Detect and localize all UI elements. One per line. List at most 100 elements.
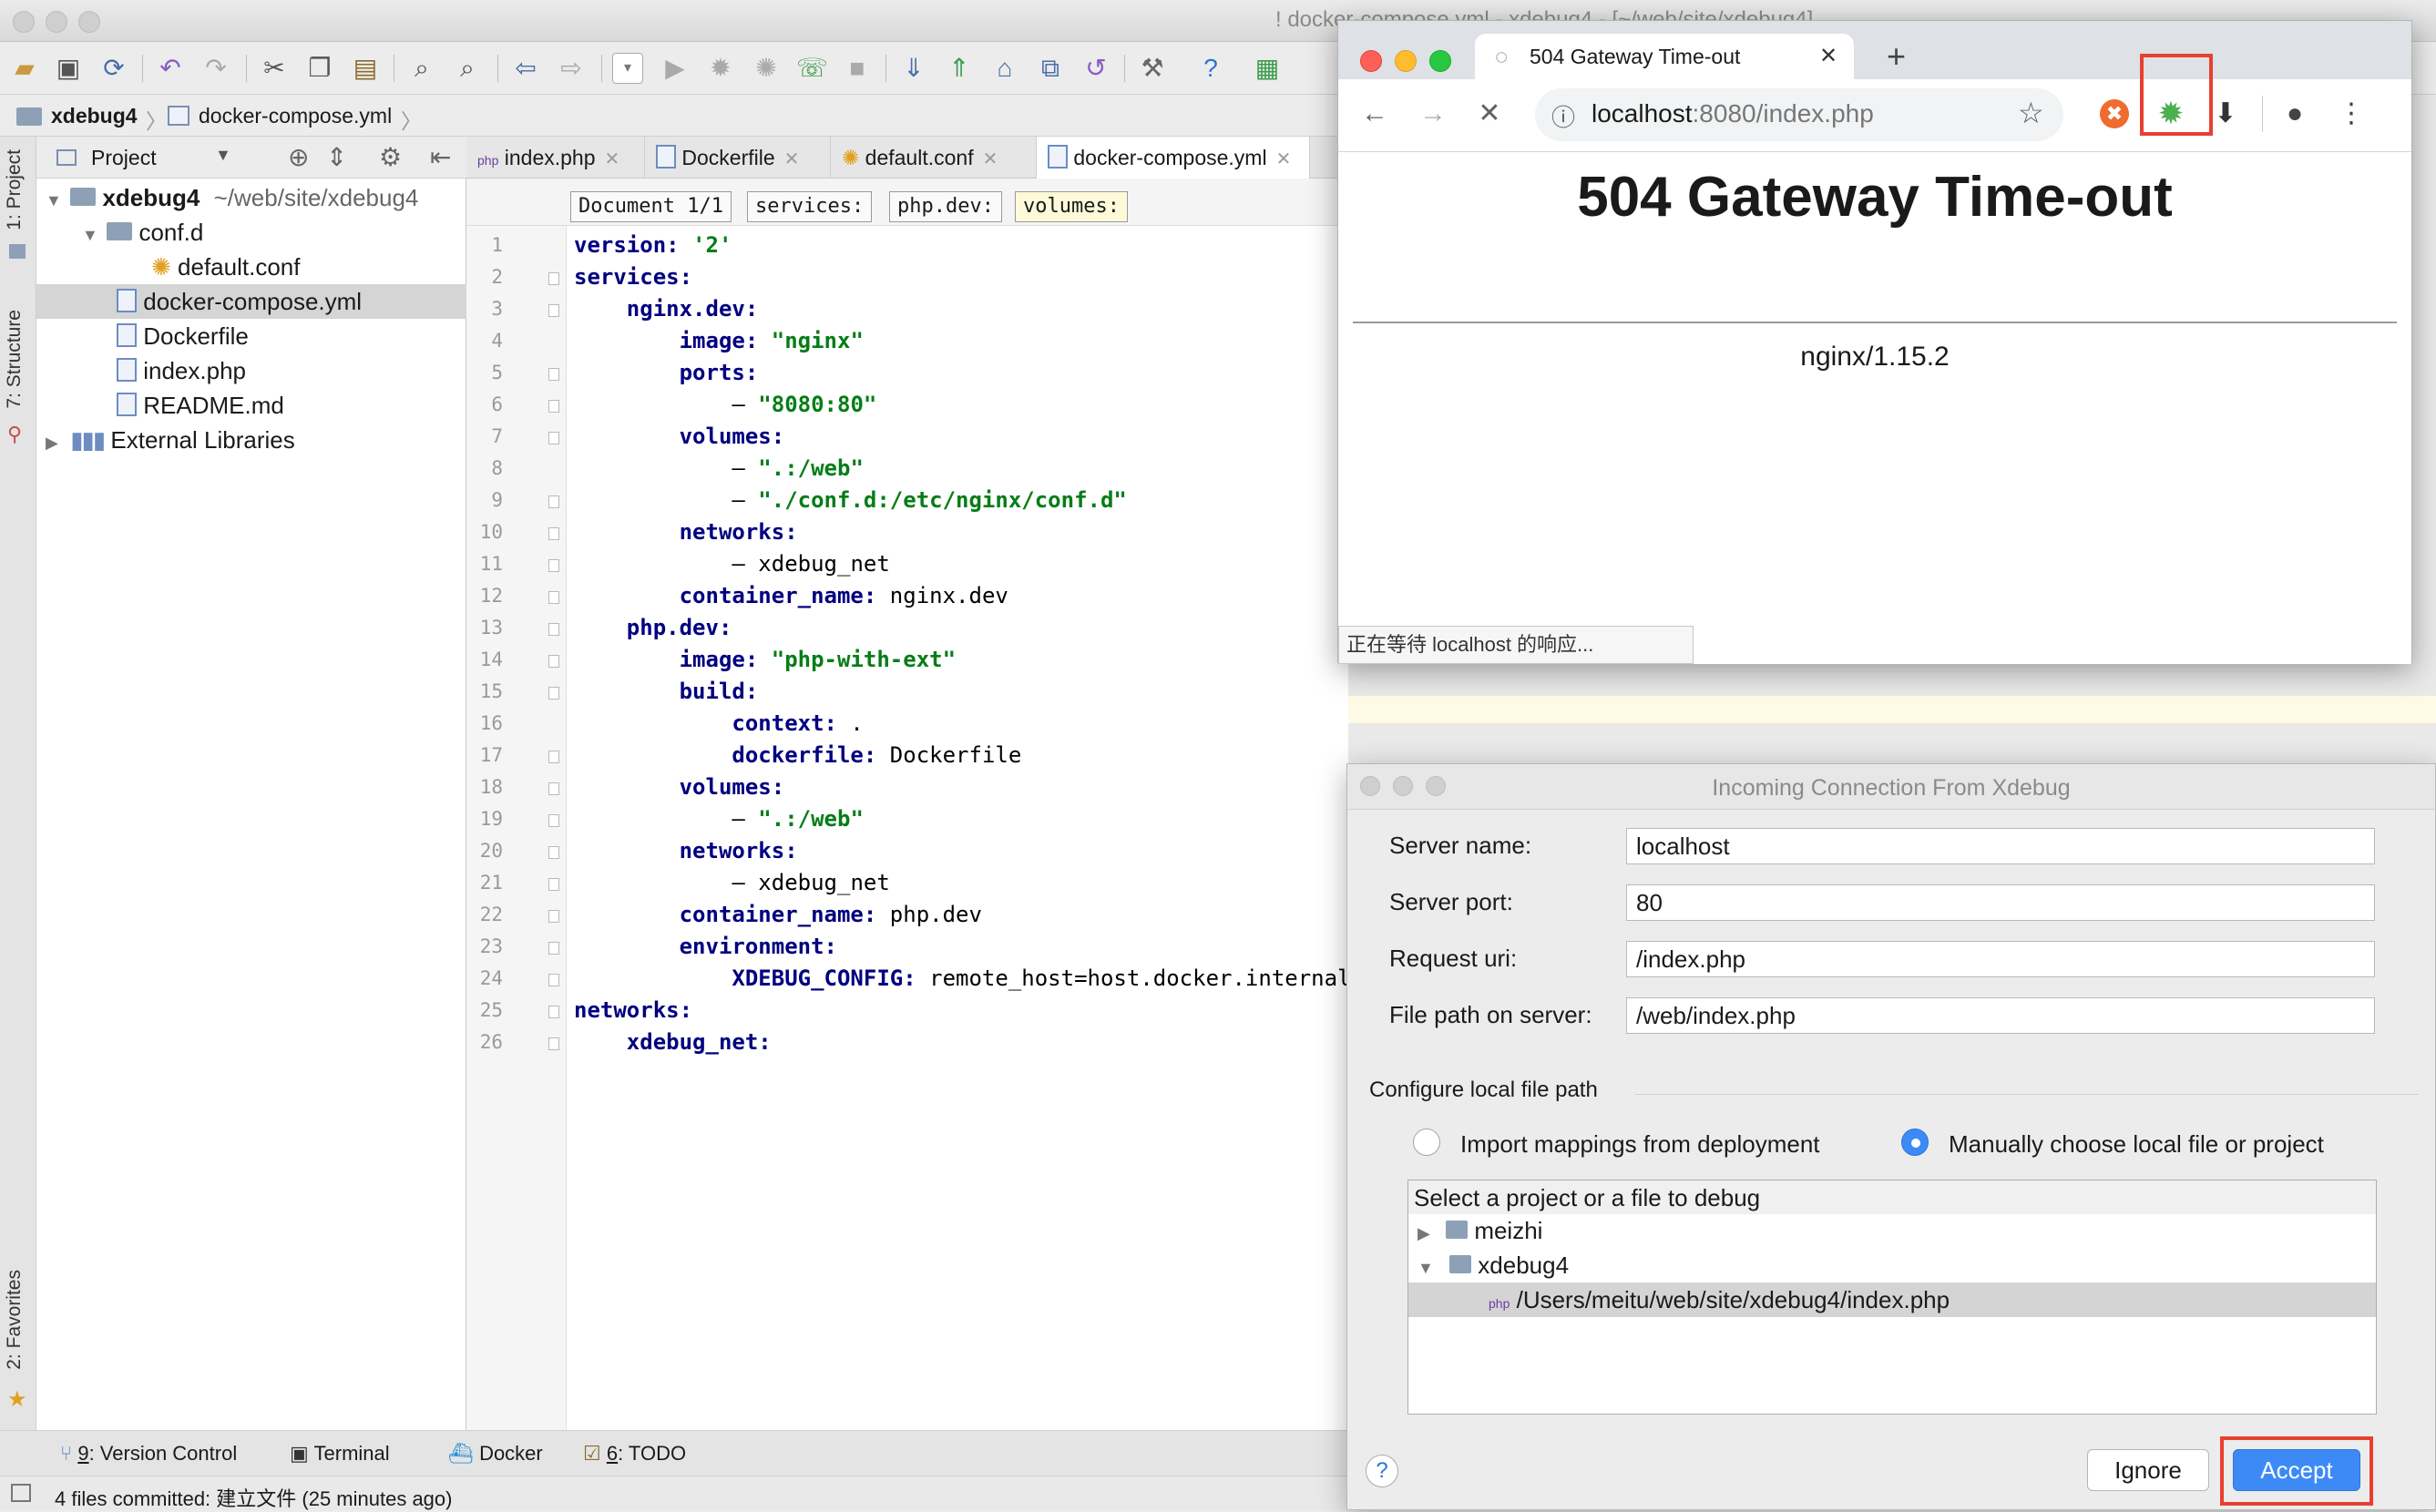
help-button[interactable]: ? <box>1366 1455 1398 1487</box>
settings-icon[interactable]: ⚒ <box>1137 53 1168 84</box>
extension-icon[interactable]: ✖ <box>2100 99 2129 128</box>
fold-marker-icon[interactable] <box>548 1006 559 1018</box>
chevron-right-icon[interactable]: ▶ <box>1418 1224 1430 1242</box>
collapse-all-icon[interactable]: ⇕ <box>326 142 347 172</box>
run-config-dropdown[interactable]: ▾ <box>612 53 643 84</box>
profile-icon[interactable]: ● <box>2277 96 2313 132</box>
code-editor[interactable]: version: '2' services: nginx.dev: image: … <box>567 226 1351 1430</box>
tab-index-php[interactable]: php index.php ✕ <box>466 137 645 179</box>
toggle-tool-windows-icon[interactable] <box>11 1484 31 1502</box>
bookmark-star-icon[interactable]: ☆ <box>2018 96 2044 130</box>
fold-marker-icon[interactable] <box>548 910 559 923</box>
fold-marker-icon[interactable] <box>548 559 559 572</box>
deploy-icon[interactable]: ▦ <box>1252 53 1283 84</box>
tab-dockerfile[interactable]: Dockerfile ✕ <box>645 137 831 179</box>
radio-import-mappings[interactable] <box>1413 1129 1440 1156</box>
tool-todo[interactable]: ☑ 6: TODO <box>583 1442 686 1466</box>
tree-item-conf-d[interactable]: ▼ conf.d <box>36 215 466 250</box>
tool-window-structure[interactable]: 7: Structure <box>4 310 26 409</box>
vcs-history-icon[interactable]: ⌂ <box>989 53 1020 84</box>
vcs-commit-icon[interactable]: ⇑ <box>944 53 975 84</box>
hide-panel-icon[interactable]: ⇤ <box>430 142 451 172</box>
fold-marker-icon[interactable] <box>548 591 559 604</box>
tab-docker-compose[interactable]: docker-compose.yml ✕ <box>1037 137 1310 179</box>
file-tree-item-index-php[interactable]: php /Users/meitu/web/site/xdebug4/index.… <box>1408 1282 2376 1317</box>
fold-marker-icon[interactable] <box>548 942 559 955</box>
file-tree-item-xdebug4[interactable]: ▼ xdebug4 <box>1408 1248 2376 1282</box>
menu-kebab-icon[interactable]: ⋮ <box>2333 96 2369 132</box>
tree-item-index-php[interactable]: index.php <box>36 353 466 388</box>
file-path-field[interactable]: /web/index.php <box>1626 997 2375 1034</box>
close-icon[interactable]: ✕ <box>983 149 998 169</box>
tree-item-xdebug4[interactable]: ▼ xdebug4 ~/web/site/xdebug4 <box>36 180 466 215</box>
ignore-button[interactable]: Ignore <box>2087 1449 2209 1491</box>
radio-manual-choose[interactable] <box>1901 1129 1929 1156</box>
fold-marker-icon[interactable] <box>548 814 559 827</box>
download-icon[interactable]: ⬇ <box>2207 96 2244 132</box>
yaml-crumb-services[interactable]: services: <box>747 191 873 222</box>
fold-marker-icon[interactable] <box>548 878 559 891</box>
tree-item-readme[interactable]: README.md <box>36 388 466 423</box>
ide-close-button[interactable] <box>13 11 35 33</box>
tree-item-external-libraries[interactable]: ▶ ▮▮▮ External Libraries <box>36 423 466 457</box>
yaml-crumb-document[interactable]: Document 1/1 <box>570 191 732 222</box>
radio-manual-choose-label[interactable]: Manually choose local file or project <box>1949 1130 2324 1159</box>
browser-tab[interactable]: ◌ 504 Gateway Time-out ✕ <box>1475 34 1854 79</box>
ide-zoom-button[interactable] <box>78 11 100 33</box>
chevron-down-icon[interactable]: ▼ <box>82 218 100 252</box>
info-icon[interactable]: ⓘ <box>1551 99 1575 133</box>
revert-icon[interactable]: ↺ <box>1080 53 1111 84</box>
help-icon[interactable]: ? <box>1195 53 1226 84</box>
tool-window-project[interactable]: 1: Project <box>4 149 26 230</box>
open-folder-icon[interactable]: ▰ <box>9 53 40 84</box>
yaml-crumb-php-dev[interactable]: php.dev: <box>889 191 1002 222</box>
debug-icon[interactable]: ✹ <box>705 53 736 84</box>
tree-item-dockerfile[interactable]: Dockerfile <box>36 319 466 353</box>
browser-close-button[interactable] <box>1360 50 1382 72</box>
close-icon[interactable]: ✕ <box>605 149 620 169</box>
paste-icon[interactable]: ▤ <box>350 53 381 84</box>
fold-marker-icon[interactable] <box>548 432 559 444</box>
new-tab-icon[interactable]: + <box>1887 37 1906 76</box>
tool-version-control[interactable]: ⑂ 9: Version Control <box>60 1442 237 1466</box>
fold-marker-icon[interactable] <box>548 495 559 508</box>
file-tree-item-meizhi[interactable]: ▶ meizhi <box>1408 1213 2376 1248</box>
sync-icon[interactable]: ⟳ <box>98 53 129 84</box>
replace-icon[interactable]: ⌕ <box>452 53 483 84</box>
fold-marker-icon[interactable] <box>548 623 559 636</box>
copy-icon[interactable]: ❐ <box>304 53 335 84</box>
close-icon[interactable]: ✕ <box>784 149 800 169</box>
tab-default-conf[interactable]: ✺ default.conf ✕ <box>831 137 1037 179</box>
locate-icon[interactable]: ⊕ <box>288 142 309 172</box>
find-icon[interactable]: ⌕ <box>406 53 437 84</box>
close-icon[interactable]: ✕ <box>1819 43 1837 69</box>
browser-minimize-button[interactable] <box>1395 50 1417 72</box>
save-icon[interactable]: ▣ <box>53 53 84 84</box>
chevron-right-icon[interactable]: ▶ <box>46 425 64 460</box>
fold-marker-icon[interactable] <box>548 655 559 668</box>
fold-marker-icon[interactable] <box>548 304 559 317</box>
fold-marker-icon[interactable] <box>548 974 559 986</box>
chevron-down-icon[interactable]: ▼ <box>1418 1259 1434 1277</box>
undo-icon[interactable]: ↶ <box>155 53 186 84</box>
vcs-update-icon[interactable]: ⇓ <box>898 53 929 84</box>
yaml-crumb-volumes[interactable]: volumes: <box>1015 191 1128 222</box>
fold-marker-icon[interactable] <box>548 846 559 859</box>
forward-icon[interactable]: ⇨ <box>556 53 587 84</box>
tool-docker[interactable]: ⛴ Docker <box>448 1442 543 1466</box>
fold-marker-icon[interactable] <box>548 368 559 381</box>
fold-marker-icon[interactable] <box>548 527 559 540</box>
fold-marker-icon[interactable] <box>548 782 559 795</box>
browser-zoom-button[interactable] <box>1429 50 1451 72</box>
stop-loading-icon[interactable]: ✕ <box>1471 96 1508 132</box>
fold-marker-icon[interactable] <box>548 687 559 700</box>
forward-arrow-icon[interactable]: → <box>1415 96 1451 132</box>
listen-debug-icon[interactable]: ☏ <box>796 53 828 84</box>
server-name-field[interactable]: localhost <box>1626 828 2375 864</box>
run-icon[interactable]: ▶ <box>660 53 691 84</box>
tree-item-docker-compose[interactable]: docker-compose.yml <box>36 284 466 319</box>
project-view-selector[interactable]: Project <box>91 146 157 170</box>
coverage-icon[interactable]: ✺ <box>751 53 782 84</box>
chevron-down-icon[interactable]: ▼ <box>46 183 64 218</box>
tool-terminal[interactable]: ▣ Terminal <box>290 1442 390 1466</box>
